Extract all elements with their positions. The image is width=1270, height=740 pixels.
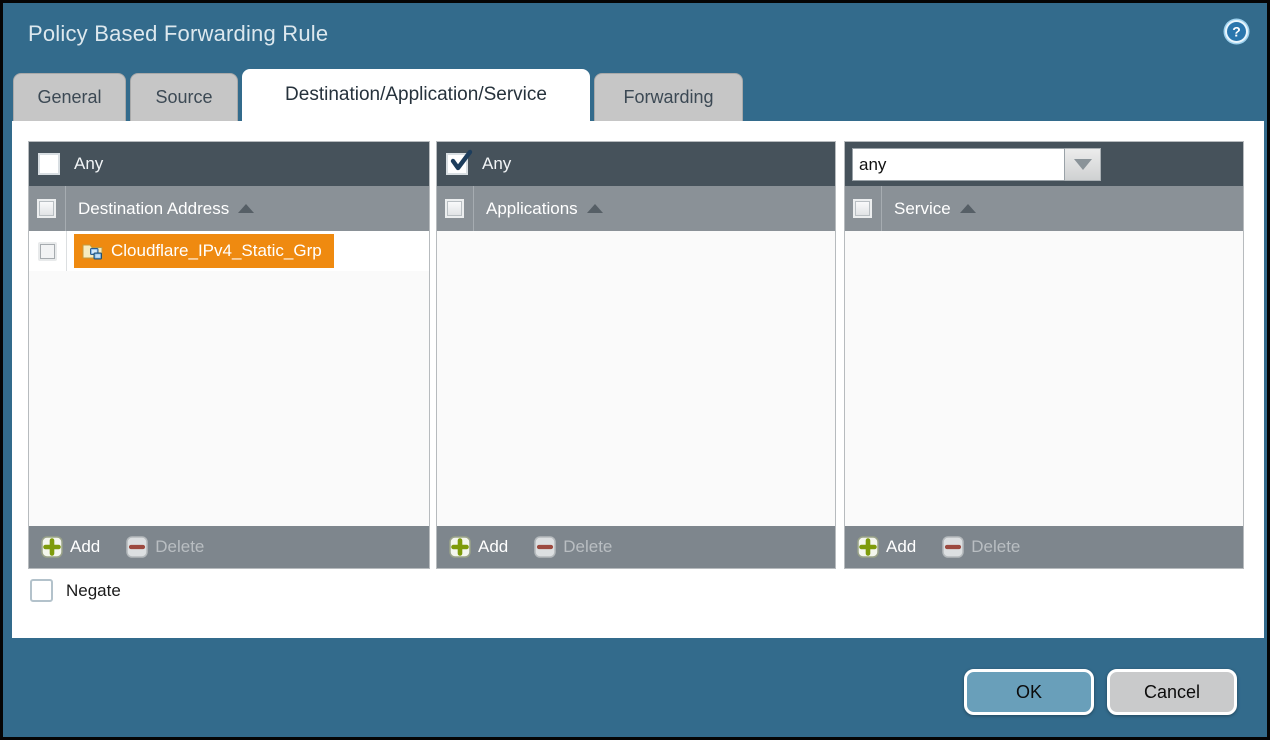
- service-dropdown-bar: [845, 142, 1243, 186]
- service-select-all-checkbox[interactable]: [853, 199, 872, 218]
- row-checkbox[interactable]: [38, 242, 57, 261]
- tab-source[interactable]: Source: [130, 73, 238, 121]
- sort-ascending-icon[interactable]: [238, 204, 254, 213]
- applications-column: Any Applications Add: [436, 141, 836, 569]
- applications-footer: Add Delete: [437, 526, 835, 568]
- service-header-row: Service: [845, 186, 1243, 231]
- destination-any-label: Any: [74, 154, 103, 174]
- add-label: Add: [478, 537, 508, 557]
- cancel-button[interactable]: Cancel: [1107, 669, 1237, 715]
- delete-minus-icon: [534, 536, 556, 558]
- sort-ascending-icon[interactable]: [587, 204, 603, 213]
- service-list: [845, 231, 1243, 526]
- tab-forwarding[interactable]: Forwarding: [594, 73, 743, 121]
- negate-checkbox[interactable]: [30, 579, 53, 602]
- sort-ascending-icon[interactable]: [960, 204, 976, 213]
- tab-bar: General Source Destination/Application/S…: [13, 69, 743, 121]
- applications-any-bar: Any: [437, 142, 835, 186]
- dialog-title: Policy Based Forwarding Rule: [28, 21, 328, 47]
- service-dropdown: [852, 148, 1101, 181]
- tab-general[interactable]: General: [13, 73, 126, 121]
- delete-minus-icon: [942, 536, 964, 558]
- applications-any-checkbox-checked[interactable]: [446, 153, 468, 175]
- service-dropdown-button[interactable]: [1065, 148, 1101, 181]
- delete-button[interactable]: Delete: [942, 536, 1020, 558]
- add-button[interactable]: Add: [449, 536, 508, 558]
- ok-button[interactable]: OK: [964, 669, 1094, 715]
- add-plus-icon: [41, 536, 63, 558]
- tab-destination-application-service[interactable]: Destination/Application/Service: [242, 69, 590, 121]
- add-plus-icon: [857, 536, 879, 558]
- applications-select-all-checkbox[interactable]: [445, 199, 464, 218]
- negate-option: Negate: [30, 579, 121, 602]
- dialog-action-buttons: OK Cancel: [964, 669, 1237, 715]
- add-label: Add: [886, 537, 916, 557]
- service-footer: Add Delete: [845, 526, 1243, 568]
- delete-label: Delete: [155, 537, 204, 557]
- add-label: Add: [70, 537, 100, 557]
- tab-content-panel: Any Destination Address: [12, 121, 1264, 638]
- chevron-down-icon: [1074, 159, 1092, 170]
- destination-any-checkbox[interactable]: [38, 153, 60, 175]
- applications-any-label: Any: [482, 154, 511, 174]
- delete-label: Delete: [971, 537, 1020, 557]
- address-group-name: Cloudflare_IPv4_Static_Grp: [111, 241, 322, 261]
- delete-minus-icon: [126, 536, 148, 558]
- destination-select-all-checkbox[interactable]: [37, 199, 56, 218]
- table-row: Cloudflare_IPv4_Static_Grp: [29, 231, 429, 271]
- service-column-header[interactable]: Service: [894, 199, 951, 219]
- svg-text:?: ?: [1232, 24, 1241, 40]
- negate-label: Negate: [66, 581, 121, 601]
- service-dropdown-input[interactable]: [852, 148, 1065, 181]
- applications-header-row: Applications: [437, 186, 835, 231]
- divider: [473, 186, 474, 231]
- divider: [881, 186, 882, 231]
- destination-address-column-header[interactable]: Destination Address: [78, 199, 229, 219]
- add-plus-icon: [449, 536, 471, 558]
- divider: [65, 186, 66, 231]
- address-group-icon: [82, 241, 103, 261]
- applications-list: [437, 231, 835, 526]
- destination-address-header-row: Destination Address: [29, 186, 429, 231]
- delete-button[interactable]: Delete: [534, 536, 612, 558]
- destination-any-bar: Any: [29, 142, 429, 186]
- delete-label: Delete: [563, 537, 612, 557]
- add-button[interactable]: Add: [41, 536, 100, 558]
- destination-footer: Add Delete: [29, 526, 429, 568]
- add-button[interactable]: Add: [857, 536, 916, 558]
- delete-button[interactable]: Delete: [126, 536, 204, 558]
- applications-column-header[interactable]: Applications: [486, 199, 578, 219]
- service-column: Service Add: [844, 141, 1244, 569]
- selected-address-group[interactable]: Cloudflare_IPv4_Static_Grp: [74, 234, 334, 268]
- destination-address-list: Cloudflare_IPv4_Static_Grp: [29, 231, 429, 526]
- help-icon[interactable]: ?: [1222, 17, 1251, 46]
- destination-address-column: Any Destination Address: [28, 141, 430, 569]
- policy-based-forwarding-dialog: Policy Based Forwarding Rule ? General S…: [0, 0, 1270, 740]
- row-checkbox-cell: [29, 231, 67, 271]
